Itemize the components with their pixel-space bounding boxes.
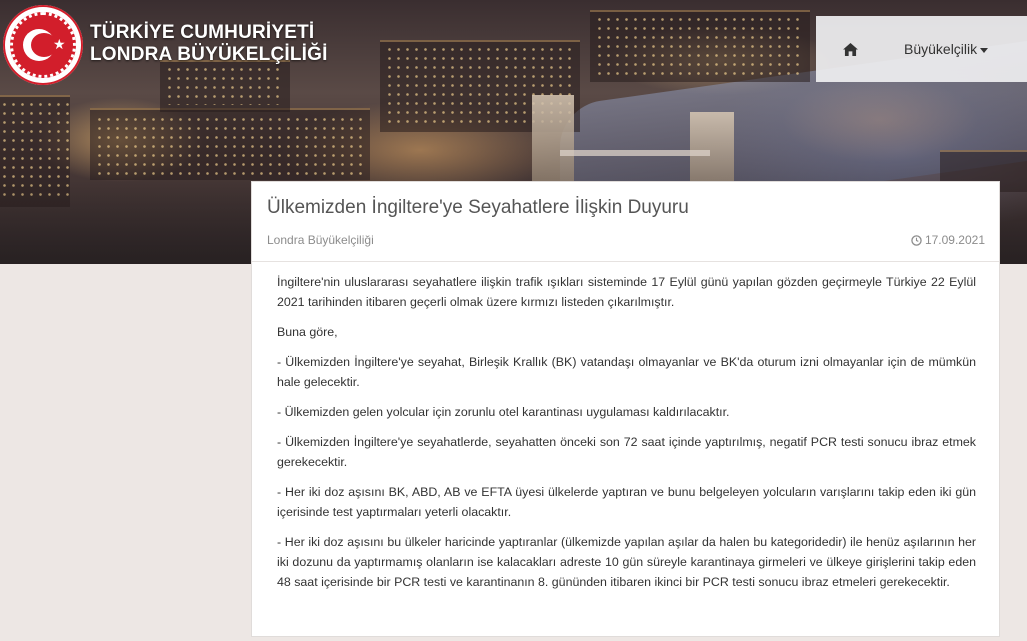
clock-icon [911, 234, 922, 246]
article-paragraph: - Ülkemizden İngiltere'ye seyahat, Birle… [277, 355, 976, 389]
embassy-logo[interactable]: ★ [3, 5, 83, 85]
top-nav: Büyükelçilik [816, 16, 1027, 82]
hero-bridge-tower [532, 95, 574, 185]
card-divider [252, 261, 999, 262]
article-card: Ülkemizden İngiltere'ye Seyahatlere İliş… [251, 181, 1000, 637]
nav-embassy-label: Büyükelçilik [904, 41, 978, 57]
article-title: Ülkemizden İngiltere'ye Seyahatlere İliş… [267, 197, 689, 218]
hero-bridge-deck [560, 150, 710, 156]
hero-lights [95, 115, 365, 175]
page: ★ TÜRKİYE CUMHURİYETİ LONDRA BÜYÜKELÇİLİ… [0, 0, 1027, 641]
brand-line-2: LONDRA BÜYÜKELÇİLİĞİ [90, 44, 328, 65]
article-author: Londra Büyükelçiliği [267, 233, 374, 247]
brand-line-1: TÜRKİYE CUMHURİYETİ [90, 22, 315, 43]
caret-down-icon [980, 47, 989, 53]
home-icon [842, 42, 858, 56]
article-paragraph: - Her iki doz aşısını bu ülkeler haricin… [277, 535, 976, 589]
hero-lights [165, 65, 285, 105]
article-paragraph: - Ülkemizden İngiltere'ye seyahatlerde, … [277, 435, 976, 469]
article-paragraph: - Her iki doz aşısını BK, ABD, AB ve EFT… [277, 485, 976, 519]
article-date: 17.09.2021 [911, 233, 985, 247]
article-paragraph: Buna göre, [277, 325, 338, 339]
crescent-star-emblem-icon: ★ [10, 12, 76, 78]
hero-lights [595, 15, 805, 75]
brand-title[interactable]: TÜRKİYE CUMHURİYETİ LONDRA BÜYÜKELÇİLİĞİ [90, 22, 328, 66]
article-body: İngiltere'nin uluslararası seyahatlere i… [277, 272, 976, 602]
nav-embassy-dropdown[interactable]: Büyükelçilik [884, 41, 989, 57]
article-paragraph: İngiltere'nin uluslararası seyahatlere i… [277, 275, 976, 309]
article-date-value: 17.09.2021 [924, 233, 985, 247]
home-button[interactable] [816, 16, 884, 82]
article-paragraph: - Ülkemizden gelen yolcular için zorunlu… [277, 405, 730, 419]
star-icon: ★ [53, 36, 66, 52]
